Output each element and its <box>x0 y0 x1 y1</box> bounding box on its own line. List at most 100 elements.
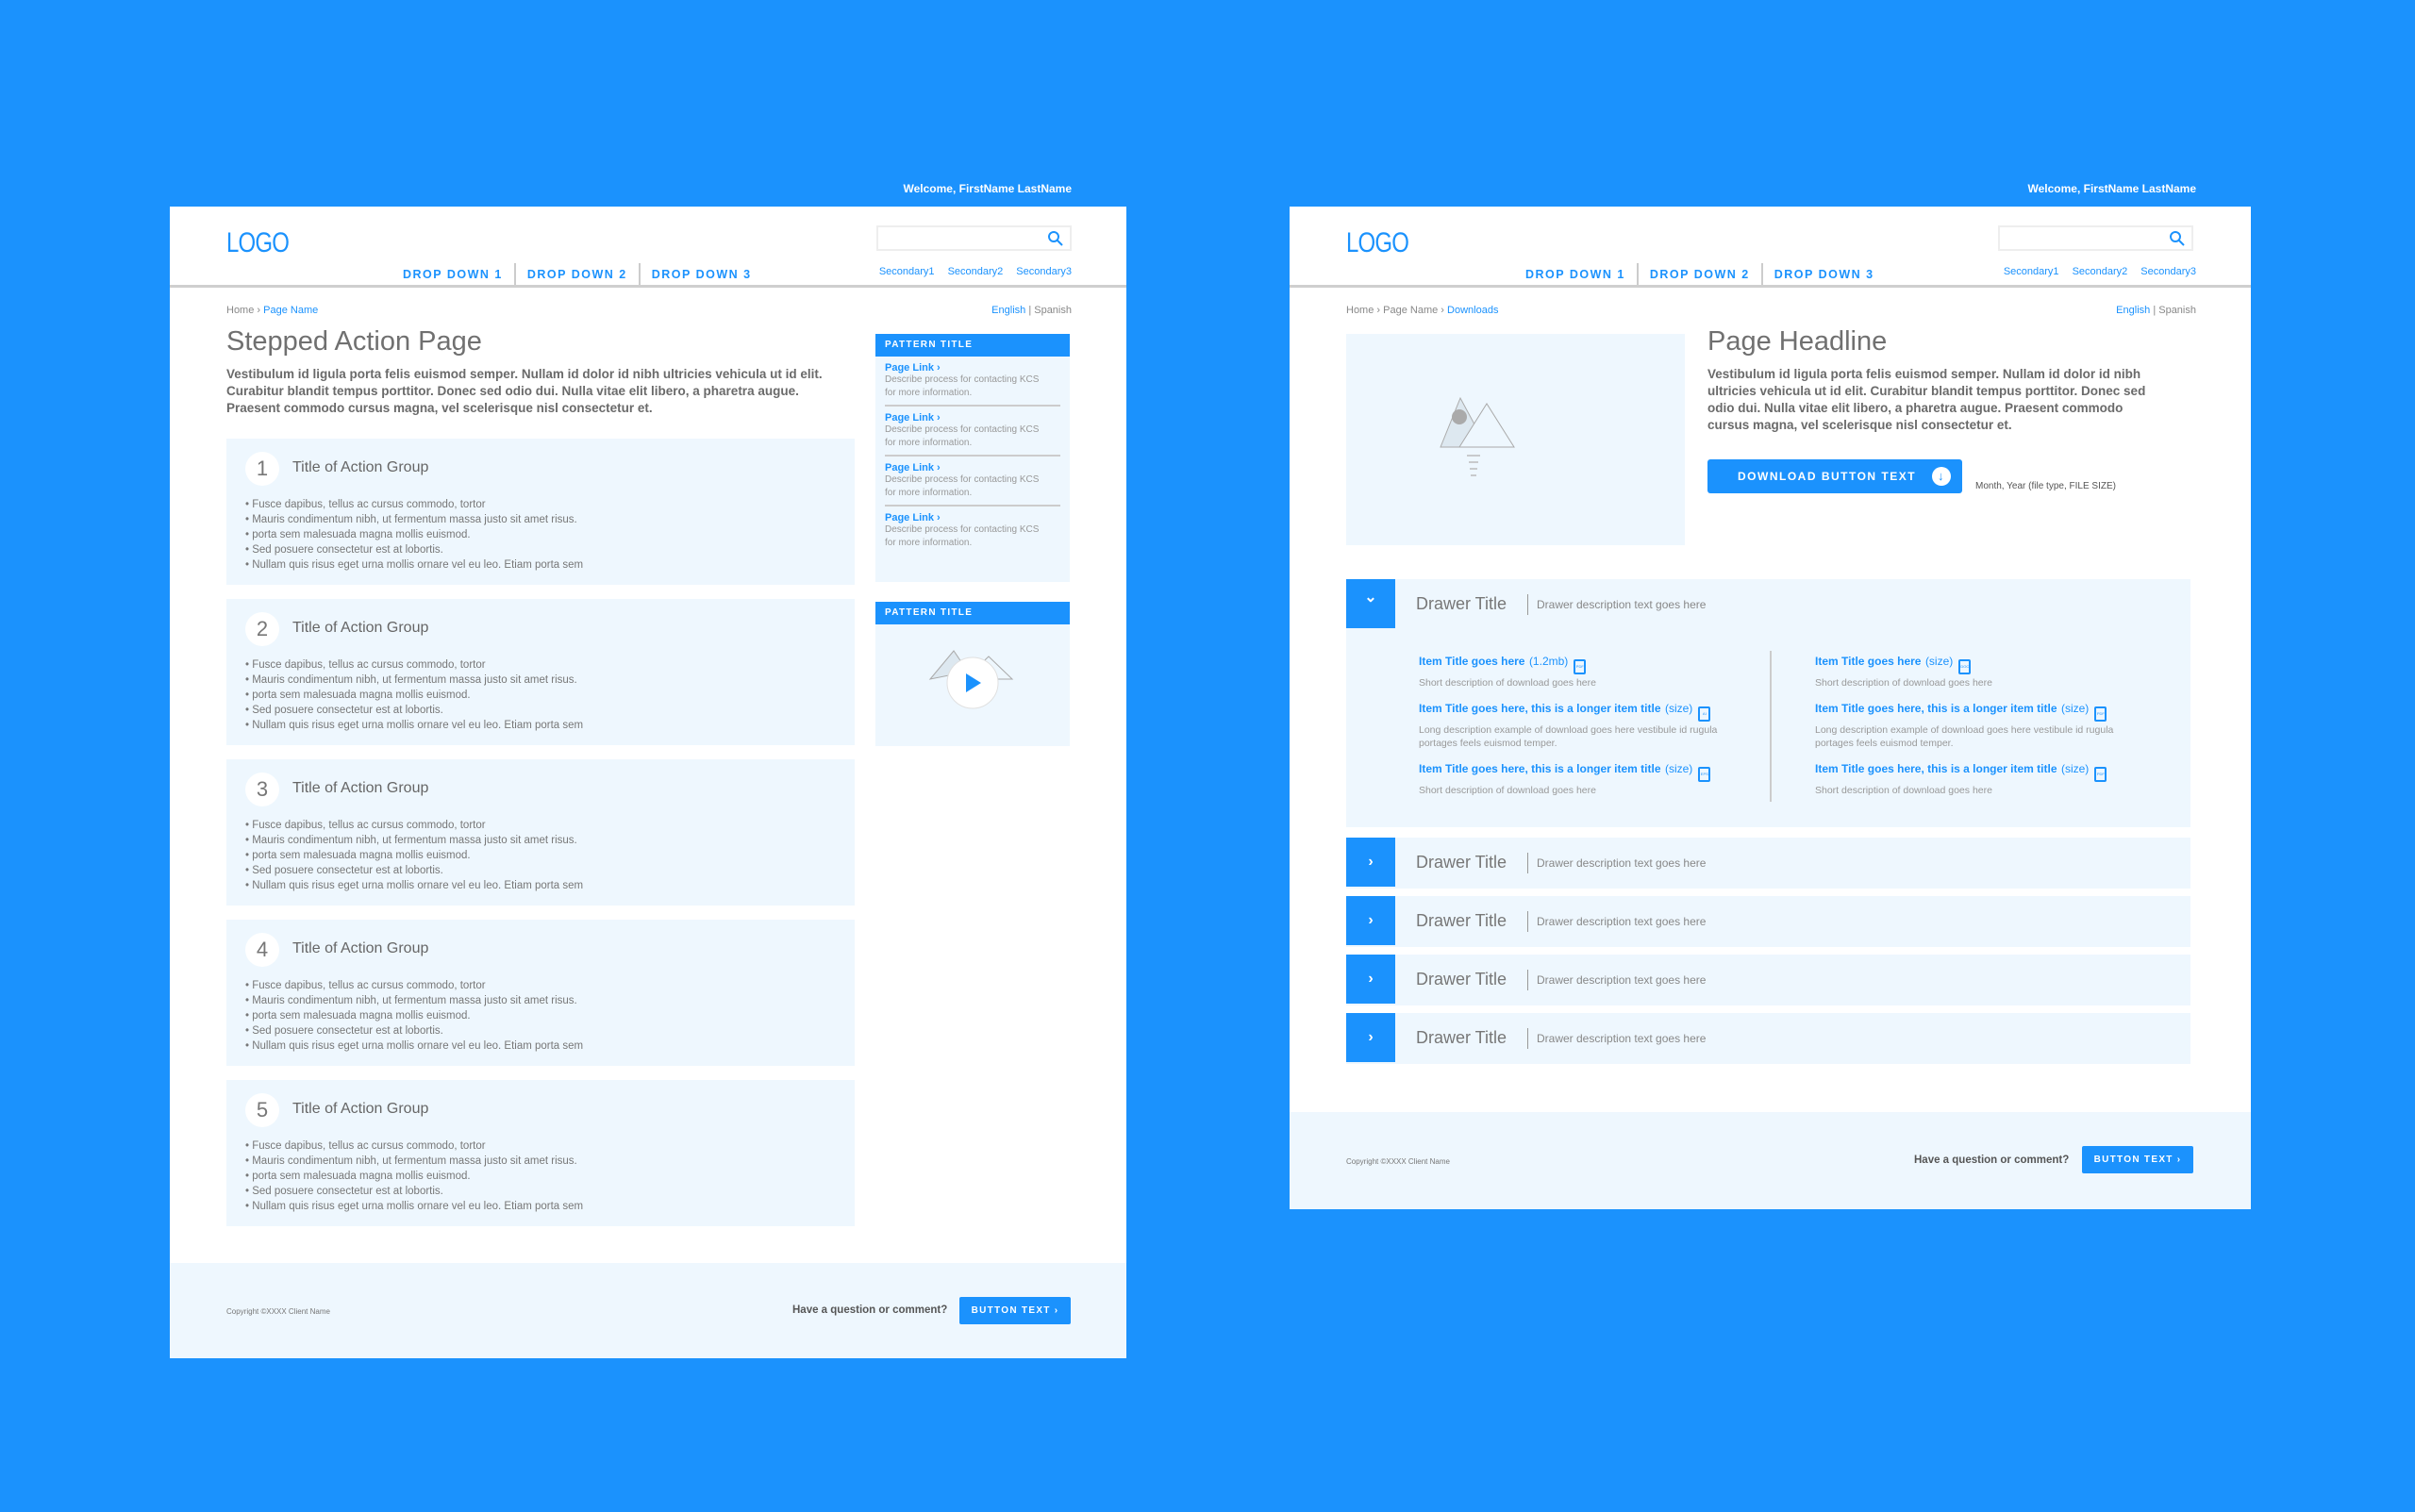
download-item-size: (size) <box>1664 702 1693 715</box>
secondary-link-3[interactable]: Secondary3 <box>2140 266 2196 277</box>
download-item: Item Title goes here, this is a longer i… <box>1419 700 1758 750</box>
breadcrumb-current[interactable]: Downloads <box>1447 305 1498 316</box>
file-ai-icon[interactable]: AI <box>1698 706 1711 722</box>
page-link[interactable]: Page Link › <box>885 512 1051 523</box>
page-link-description: Describe process for contacting KCS for … <box>885 374 1040 398</box>
page-link-description: Describe process for contacting KCS for … <box>885 524 1040 548</box>
drawer-title[interactable]: Drawer Title <box>1416 970 1507 989</box>
nav-dropdown-3[interactable]: DROP DOWN 3 <box>1760 263 1886 286</box>
chevron-down-icon[interactable]: ⌄ <box>1346 579 1395 628</box>
page-link[interactable]: Page Link › <box>885 462 1051 474</box>
secondary-link-3[interactable]: Secondary3 <box>1016 266 1072 277</box>
download-item-description: Short description of download goes here <box>1815 677 1992 689</box>
nav-dropdown-2[interactable]: DROP DOWN 2 <box>513 263 639 286</box>
breadcrumb-parent[interactable]: Page Name <box>1383 305 1438 316</box>
breadcrumb-home[interactable]: Home <box>1346 305 1374 316</box>
action-group-list: • Fusce dapibus, tellus ac cursus commod… <box>245 497 583 573</box>
logo[interactable]: LOGO <box>1346 227 1409 259</box>
file-pdf-icon[interactable]: PDF <box>1574 659 1587 674</box>
action-group-title: Title of Action Group <box>292 940 429 956</box>
drawer-title[interactable]: Drawer Title <box>1416 853 1507 872</box>
page-link[interactable]: Page Link › <box>885 412 1051 424</box>
chevron-right-icon[interactable]: › <box>1346 1013 1395 1062</box>
lang-english[interactable]: English <box>2116 305 2150 316</box>
header-divider <box>170 285 1126 288</box>
action-group-title: Title of Action Group <box>292 620 429 636</box>
file-pdf-icon[interactable]: PDF <box>2094 767 2107 782</box>
drawer: › Drawer Title Drawer description text goe… <box>1346 896 2190 947</box>
download-item-header: Item Title goes here (size) DOC <box>1815 653 2155 674</box>
list-item: • porta sem malesuada magna mollis euism… <box>245 850 471 861</box>
secondary-link-1[interactable]: Secondary1 <box>879 266 935 277</box>
intro-line: cursus magna, vel scelerisque nisl conse… <box>1707 418 2012 432</box>
lang-spanish[interactable]: Spanish <box>1034 305 1072 316</box>
video-thumbnail[interactable] <box>875 624 1070 746</box>
download-label: DOWNLOAD BUTTON TEXT <box>1738 470 1917 483</box>
search-icon[interactable] <box>1047 230 1064 247</box>
breadcrumb-sep: › <box>1376 305 1381 316</box>
breadcrumb-sep: › <box>257 305 261 316</box>
list-item: • Fusce dapibus, tellus ac cursus commod… <box>245 1140 486 1152</box>
nav-dropdown-1[interactable]: DROP DOWN 1 <box>391 263 514 286</box>
step-number: 4 <box>245 933 279 967</box>
page-link[interactable]: Page Link › <box>885 362 1051 374</box>
search-input[interactable] <box>1998 225 2193 251</box>
stepped-action-page: Welcome, FirstName LastName LOGO DROP DO… <box>170 173 1126 1358</box>
download-item-title[interactable]: Item Title goes here, this is a longer i… <box>1815 762 2057 775</box>
download-item-title[interactable]: Item Title goes here <box>1815 655 1921 668</box>
main-nav: DROP DOWN 1 DROP DOWN 2 DROP DOWN 3 <box>391 263 763 286</box>
list-item: • Mauris condimentum nibh, ut fermentum … <box>245 835 577 846</box>
image-placeholder <box>1346 334 1685 545</box>
download-item: Item Title goes here (size) DOC Short desc… <box>1815 653 2155 690</box>
breadcrumb-home[interactable]: Home <box>226 305 254 316</box>
secondary-link-2[interactable]: Secondary2 <box>948 266 1004 277</box>
search-icon[interactable] <box>2169 230 2186 247</box>
drawer-description: Drawer description text goes here <box>1537 598 1707 611</box>
file-doc-icon[interactable]: DOC <box>1958 659 1972 674</box>
drawer-title[interactable]: Drawer Title <box>1416 911 1507 931</box>
breadcrumb-current[interactable]: Page Name <box>263 305 318 316</box>
download-item-description: Long description example of download goe… <box>1419 724 1718 749</box>
footer-button[interactable]: BUTTON TEXT › <box>2082 1146 2193 1173</box>
language-switch: English | Spanish <box>2116 305 2196 316</box>
lang-english[interactable]: English <box>991 305 1025 316</box>
download-item-title[interactable]: Item Title goes here <box>1419 655 1524 668</box>
drawer-title[interactable]: Drawer Title <box>1416 594 1507 614</box>
file-meta: Month, Year (file type, FILE SIZE) <box>1975 481 2116 491</box>
lang-spanish[interactable]: Spanish <box>2158 305 2196 316</box>
step-number: 2 <box>245 612 279 646</box>
nav-dropdown-3[interactable]: DROP DOWN 3 <box>638 263 763 286</box>
secondary-link-2[interactable]: Secondary2 <box>2073 266 2128 277</box>
pattern-link-item: Page Link › Describe process for contacti… <box>885 507 1060 555</box>
drawer-description: Drawer description text goes here <box>1537 973 1707 987</box>
nav-dropdown-2[interactable]: DROP DOWN 2 <box>1636 263 1761 286</box>
drawer: › Drawer Title Drawer description text goe… <box>1346 1013 2190 1064</box>
list-item: • Sed posuere consectetur est at loborti… <box>245 544 443 556</box>
step-number: 3 <box>245 773 279 806</box>
chevron-right-icon[interactable]: › <box>1346 955 1395 1004</box>
drawer-title[interactable]: Drawer Title <box>1416 1028 1507 1048</box>
step-number: 1 <box>245 452 279 486</box>
action-group: 5 Title of Action Group • Fusce dapibus, t… <box>226 1080 855 1226</box>
list-item: • Mauris condimentum nibh, ut fermentum … <box>245 514 577 525</box>
download-item-title[interactable]: Item Title goes here, this is a longer i… <box>1815 702 2057 715</box>
logo[interactable]: LOGO <box>226 227 290 259</box>
chevron-right-icon[interactable]: › <box>1346 896 1395 945</box>
file-eps-icon[interactable]: EPS <box>1698 767 1711 782</box>
nav-dropdown-1[interactable]: DROP DOWN 1 <box>1514 263 1637 286</box>
footer-button[interactable]: BUTTON TEXT › <box>959 1297 1071 1324</box>
intro-line: Vestibulum id ligula porta felis euismod… <box>226 367 823 381</box>
secondary-link-1[interactable]: Secondary1 <box>2004 266 2059 277</box>
download-item-title[interactable]: Item Title goes here, this is a longer i… <box>1419 702 1661 715</box>
download-button[interactable]: DOWNLOAD BUTTON TEXT ↓ <box>1707 459 1962 493</box>
intro-line: odio dui. Nulla vitae elit libero, a pha… <box>1707 401 2124 415</box>
file-pdf-icon[interactable]: PDF <box>2094 706 2107 722</box>
footer-question: Have a question or comment? <box>792 1304 948 1316</box>
pattern-title: PATTERN TITLE <box>875 602 1070 624</box>
chevron-right-icon[interactable]: › <box>1346 838 1395 887</box>
lang-sep: | <box>2153 305 2157 316</box>
drawer-title-divider <box>1527 853 1528 873</box>
image-icon <box>1440 396 1515 476</box>
search-input[interactable] <box>876 225 1072 251</box>
download-item-title[interactable]: Item Title goes here, this is a longer i… <box>1419 762 1661 775</box>
